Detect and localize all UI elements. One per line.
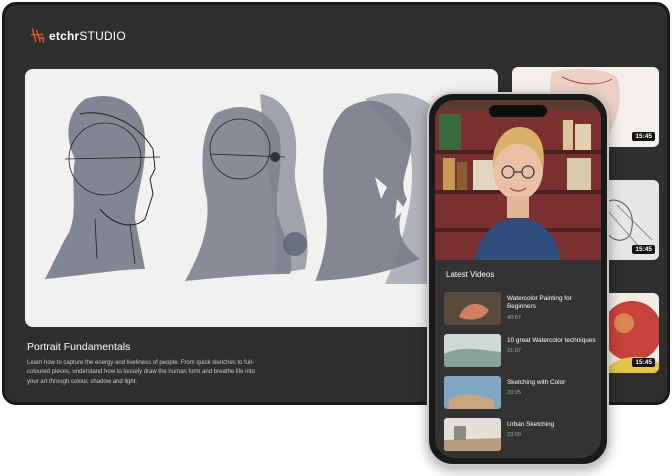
brand-logo[interactable]: etchrSTUDIO xyxy=(29,27,126,44)
video-title: Sketching with Color xyxy=(507,379,566,386)
phone-video-player[interactable] xyxy=(435,100,601,260)
latest-videos-list: Watercolor Painting for Beginners 40:07 … xyxy=(444,292,596,458)
phone-screen: Latest Videos Watercolor Painting for Be… xyxy=(435,100,601,458)
phone-mockup: Latest Videos Watercolor Painting for Be… xyxy=(427,92,609,466)
list-item[interactable]: Sketching with Color 20:05 xyxy=(444,376,596,418)
video-duration: 20:05 xyxy=(507,390,521,397)
presenter-video-frame xyxy=(435,100,601,260)
video-duration-badge: 15:45 xyxy=(632,245,655,254)
video-duration: 23:09 xyxy=(507,432,521,439)
video-thumbnail xyxy=(444,334,501,367)
video-thumbnail xyxy=(444,376,501,409)
video-duration: 40:07 xyxy=(507,314,521,321)
hero-description: Learn how to capture the energy and live… xyxy=(27,360,255,385)
latest-videos-heading: Latest Videos xyxy=(446,270,495,279)
easel-logo-icon xyxy=(30,27,45,44)
video-title: 10 great Watercolor techniques xyxy=(507,337,596,344)
list-item[interactable]: Urban Sketching 23:09 xyxy=(444,418,596,458)
hero-title: Portrait Fundamentals xyxy=(27,341,131,353)
video-duration: 31:07 xyxy=(507,348,521,355)
list-item[interactable]: Watercolor Painting for Beginners 40:07 xyxy=(444,292,596,334)
video-duration-badge: 15:45 xyxy=(632,132,655,141)
video-thumbnail xyxy=(444,292,501,325)
phone-notch xyxy=(489,105,547,117)
video-title: Watercolor Painting for Beginners xyxy=(507,295,572,311)
brand-name: etchrSTUDIO xyxy=(49,28,126,43)
video-thumbnail xyxy=(444,418,501,451)
video-title: Urban Sketching xyxy=(507,421,555,428)
list-item[interactable]: 10 great Watercolor techniques 31:07 xyxy=(444,334,596,376)
video-duration-badge: 15:45 xyxy=(632,358,655,367)
